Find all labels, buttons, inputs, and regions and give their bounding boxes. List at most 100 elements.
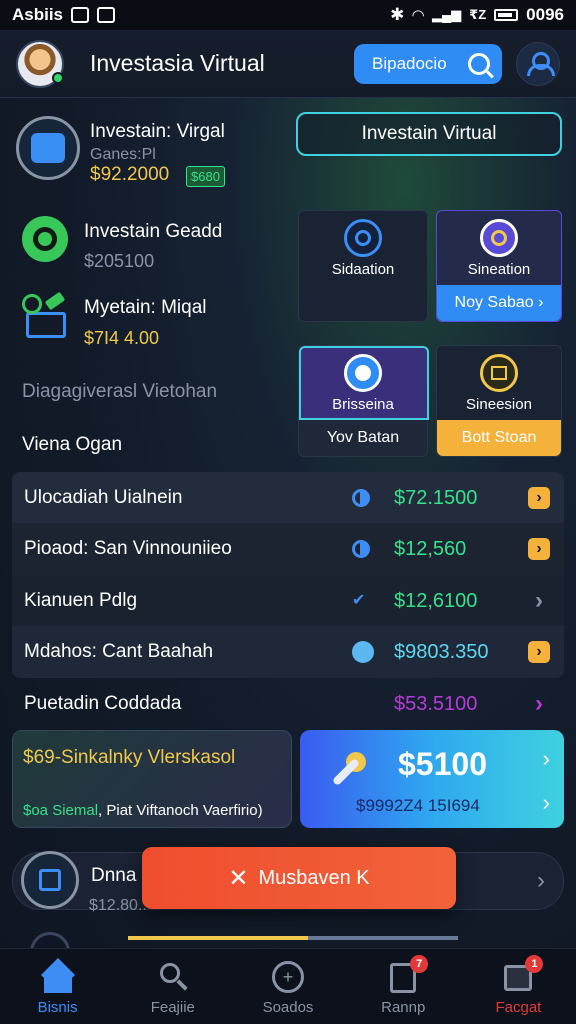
asset-name-2: Myetain: Miqal [84,297,207,318]
bottom-nav: Bisnis Feajiie + Soados 7 Rannp 1 Facgat [0,948,576,1024]
tile-sidaation[interactable]: Sidaation [298,210,428,322]
promo-card-right[interactable]: $5100 $9992Z4 15I694 › › [300,730,564,828]
nav-item-feajiie[interactable]: Feajiie [115,949,230,1024]
search-button[interactable]: Bipadocio [354,43,502,84]
bluetooth-icon: ✱ [390,5,405,24]
microphone-icon [322,752,370,800]
search-icon [468,52,490,75]
portfolio-icon [16,116,80,180]
nav-label: Bisnis [37,999,78,1016]
portfolio-name: Investain: Virgal [90,121,225,142]
list-row[interactable]: Ulocadiah Uialnein $72.1500 › [12,472,564,524]
nav-item-facgat[interactable]: 1 Facgat [461,949,576,1024]
app-header: Investasia Virtual Bipadocio [0,30,576,98]
section-subheading: Viena Ogan [22,434,123,455]
list-row-amount: $72.1500 [394,486,478,509]
floating-button-label: Musbaven K [258,866,370,889]
search-icon [156,961,190,993]
list-row-name: Puetadin Coddada [24,693,182,714]
inbox-icon: 1 [501,955,544,993]
tile-sineesion[interactable]: Sineesion Bott Stoan [436,345,562,457]
tile-sineation[interactable]: Sineation Noy Sabao › [436,210,562,322]
chevron-right-icon: › [535,690,543,717]
invest-virtual-button[interactable]: Investain Virtual [296,112,562,156]
nav-item-soados[interactable]: + Soados [230,949,345,1024]
target-icon [344,219,382,257]
bottom-card-value: $12.80.. [89,897,147,914]
progress-strip [12,930,564,948]
chart-growth-icon [22,291,68,342]
list-row[interactable]: Pioaod: San Vinnouniieo $12,560 › [12,523,564,575]
tile-action-button[interactable]: Yov Batan [299,420,427,456]
notification-badge: 1 [525,955,544,973]
chevron-right-icon: › [542,746,550,771]
floating-action-button[interactable]: ✕ Musbaven K [142,847,456,909]
robot-icon [31,133,65,163]
tile-label: Sineation [467,261,531,278]
report-icon: 7 [386,955,429,993]
online-dot-icon [52,71,64,84]
signal-text: ₹Z [469,7,487,22]
status-time: 0096 [526,5,564,24]
signal-icon: ▂▄▆ [431,7,462,22]
promo-card-left[interactable]: $69-Sinkalnky Vlerskasol $oa Siemal, Pia… [12,730,292,828]
promo-subtitle: $oa Siemal, Piat Viftanoch Vaerfirio) [23,802,263,819]
progress-fill [128,936,308,940]
status-bar: Asbiis ✱ ◠ ▂▄▆ ₹Z 0096 [0,0,576,30]
globe-icon [344,354,382,392]
promo-amount: $5100 [398,746,487,782]
promo-green-text: $oa Siemal [23,802,99,819]
bottom-card-title: Dnna [91,865,137,886]
page-title: Investasia Virtual [90,50,265,76]
document-icon [480,354,518,392]
tile-action-button[interactable]: Noy Sabao › [437,285,561,321]
ring-icon [480,219,518,257]
battery-icon [494,9,519,21]
asset-value-1: $205100 [84,251,155,271]
list-row[interactable]: Mdahos: Cant Baahah $9803.350 › [12,626,564,678]
promo-sub-text: , Piat Viftanoch Vaerfirio) [98,802,263,819]
tile-brisseina[interactable]: Brisseina Yov Batan [298,345,429,457]
list-row[interactable]: Kianuen Pdlg ✔ $12,6100 › [12,575,564,627]
list-row-name: Kianuen Pdlg [24,590,138,611]
tile-action-button[interactable]: Bott Stoan [437,420,561,456]
search-button-label: Bipadocio [372,53,447,73]
avatar[interactable] [16,39,64,88]
tools-icon: ✕ [228,864,249,892]
list-row-name: Mdahos: Cant Baahah [24,641,214,662]
nav-label: Rannp [381,999,426,1016]
half-circle-icon [352,489,370,507]
list-row-amount: $53.5100 [394,692,478,715]
tile-label: Sineesion [466,396,532,413]
portfolio-value: $92.2000 [90,164,170,185]
nav-label: Feajiie [150,999,195,1016]
list-row-amount: $12,560 [394,537,467,560]
portfolio-badge: $680 [186,166,225,187]
chevron-right-icon: › [528,538,550,560]
user-icon [527,51,555,76]
tile-label: Sidaation [331,261,395,278]
blob-icon [352,641,374,663]
list-row-name: Ulocadiah Uialnein [24,487,183,508]
notification-badge: 7 [410,955,429,973]
list-row-amount: $9803.350 [394,640,489,663]
asset-name-1: Investain Geadd [84,221,223,242]
nav-item-bisnis[interactable]: Bisnis [0,949,115,1024]
wifi-icon: ◠ [412,7,424,24]
photo-icon [71,7,90,23]
compass-icon: + [271,961,305,993]
asset-value-2: $7I4 4.00 [84,328,160,348]
tile-label: Brisseina [332,396,394,413]
profile-button[interactable] [516,41,560,86]
chevron-right-icon: › [535,587,543,614]
promo-sub-amount: $9992Z4 15I694 [356,796,480,815]
list-row[interactable]: Puetadin Coddada $53.5100 › [12,678,564,730]
nav-label: Soados [262,999,314,1016]
chevron-right-icon: › [528,641,550,663]
check-icon: ✔ [352,592,366,609]
promo-title: $69-Sinkalnky Vlerskasol [23,747,236,768]
section-label: Diagagiverasl Vietohan [22,381,218,402]
asset-icon-green [22,216,68,262]
nav-item-rannp[interactable]: 7 Rannp [346,949,461,1024]
list-row-name: Pioaod: San Vinnouniieo [24,538,232,559]
